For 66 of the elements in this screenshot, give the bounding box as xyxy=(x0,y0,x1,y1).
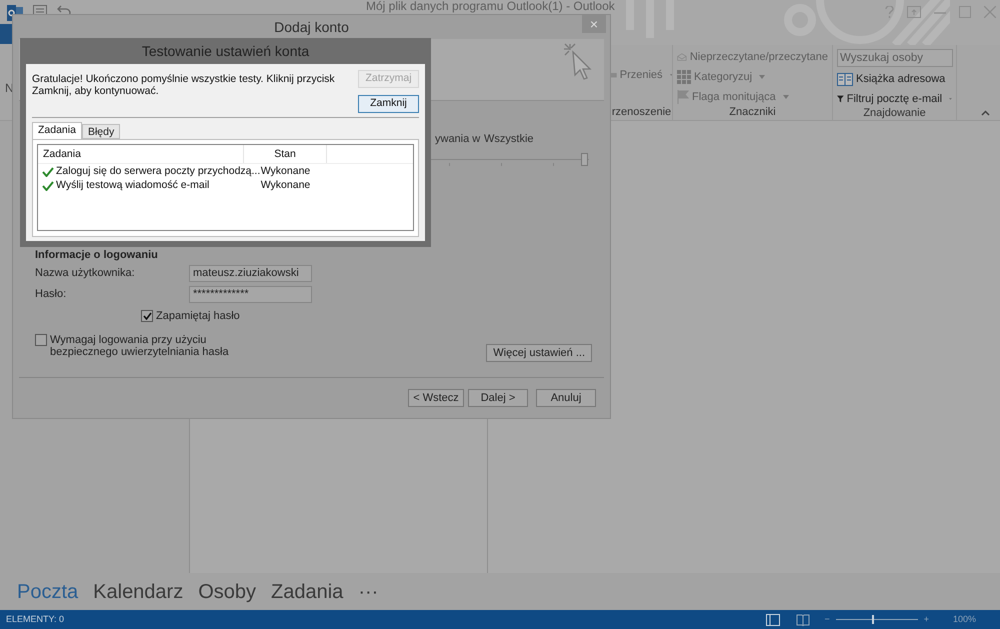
ribbon-group-label: Znaczniki xyxy=(728,106,777,120)
ribbon-group-label: rzenoszenie xyxy=(611,106,672,120)
ribbon-button[interactable]: Książka adresowa xyxy=(837,71,952,87)
item-count: ELEMENTY: 0 xyxy=(6,612,64,626)
nav-item[interactable]: Poczta xyxy=(17,576,78,606)
zoom-slider[interactable] xyxy=(836,615,918,624)
slider[interactable] xyxy=(431,153,589,167)
nav-item[interactable]: Kalendarz xyxy=(93,576,184,606)
category-grid-icon xyxy=(677,70,691,84)
ribbon-button[interactable]: Kategoryzuj xyxy=(677,69,828,85)
checkbox-label: Zapamiętaj hasło xyxy=(156,309,240,324)
success-message: Gratulacje! Ukończono pomyślnie wszystkie testy. Kliknij przycisk Zamknij, aby kontynuować. xyxy=(32,72,336,99)
checkbox-label: Wymagaj logowania przy użyciu bezpiecznego uwierzytelniania hasła xyxy=(50,334,230,358)
wizard-button[interactable]: < Wstecz xyxy=(408,388,464,406)
nav-item[interactable]: Zadania xyxy=(271,576,344,606)
ribbon-button[interactable]: Filtruj pocztę e-mail xyxy=(837,91,952,107)
collapse-ribbon-icon[interactable] xyxy=(981,110,990,116)
task-status: Wykonane xyxy=(260,178,312,194)
column-header: Zadania xyxy=(38,145,244,163)
dialog-title: Testowanie ustawień konta xyxy=(142,42,310,60)
flag-icon xyxy=(677,90,689,104)
wizard-button[interactable]: Dalej > xyxy=(468,388,528,406)
nav-item[interactable]: ··· xyxy=(358,576,378,606)
cursor-click-icon xyxy=(564,43,594,81)
checkmark-icon xyxy=(142,312,152,320)
zoom-thumb[interactable] xyxy=(872,615,874,624)
help-icon[interactable] xyxy=(885,6,894,18)
close-icon[interactable] xyxy=(984,6,996,18)
more-settings-button[interactable]: Więcej ustawień ... xyxy=(486,344,592,362)
tab[interactable]: Zadania xyxy=(32,122,82,139)
dialog-title: Dodaj konto xyxy=(274,18,349,37)
tab[interactable]: Błędy xyxy=(82,124,120,139)
ribbon-button[interactable]: Flaga monitująca xyxy=(677,89,828,105)
field-label: Hasło: xyxy=(35,287,68,302)
nav-item[interactable]: Osoby xyxy=(198,576,256,606)
ribbon-display-icon[interactable] xyxy=(907,6,921,18)
zoom-out-button[interactable]: − xyxy=(824,612,830,626)
ribbon-group-label: Znajdowanie xyxy=(862,107,927,121)
task-name: Zaloguj się do serwera poczty przychodzą... xyxy=(56,164,260,180)
section-heading: Informacje o logowaniu xyxy=(35,248,159,261)
field-value: Wszystkie xyxy=(484,132,534,147)
task-name: Wyślij testową wiadomość e-mail xyxy=(56,178,210,194)
wizard-button[interactable]: Anuluj xyxy=(536,388,596,406)
text-field[interactable]: mateusz.ziuziakowski xyxy=(189,265,312,282)
window-title: Mój plik danych programu Outlook(1) - Outlook xyxy=(366,0,615,15)
ribbon-button[interactable]: Nieprzeczytane/przeczytane xyxy=(677,49,828,65)
checkbox[interactable] xyxy=(141,310,153,322)
normal-view-icon[interactable] xyxy=(766,614,780,626)
maximize-icon[interactable] xyxy=(959,6,971,18)
column-header: Stan xyxy=(244,145,327,163)
reading-view-icon[interactable] xyxy=(796,614,810,626)
address-book-icon xyxy=(837,72,853,86)
search-field[interactable]: Wyszukaj osoby xyxy=(837,49,953,67)
dropdown-caret-icon xyxy=(782,95,789,99)
dropdown-caret-icon xyxy=(759,75,766,79)
envelope-icon xyxy=(677,51,687,63)
dialog-button[interactable]: Zamknij xyxy=(358,95,419,113)
field-label: Nazwa użytkownika: xyxy=(35,266,136,282)
zoom-in-button[interactable]: + xyxy=(924,612,929,626)
slider-thumb[interactable] xyxy=(581,153,588,166)
text-field[interactable]: ************* xyxy=(189,286,312,303)
zoom-level: 100% xyxy=(952,612,976,626)
checkbox[interactable] xyxy=(35,334,47,346)
ribbon-button[interactable]: Przenieś xyxy=(611,67,672,83)
close-button[interactable]: × xyxy=(582,15,606,33)
field-label: ywania w xyxy=(435,132,480,147)
